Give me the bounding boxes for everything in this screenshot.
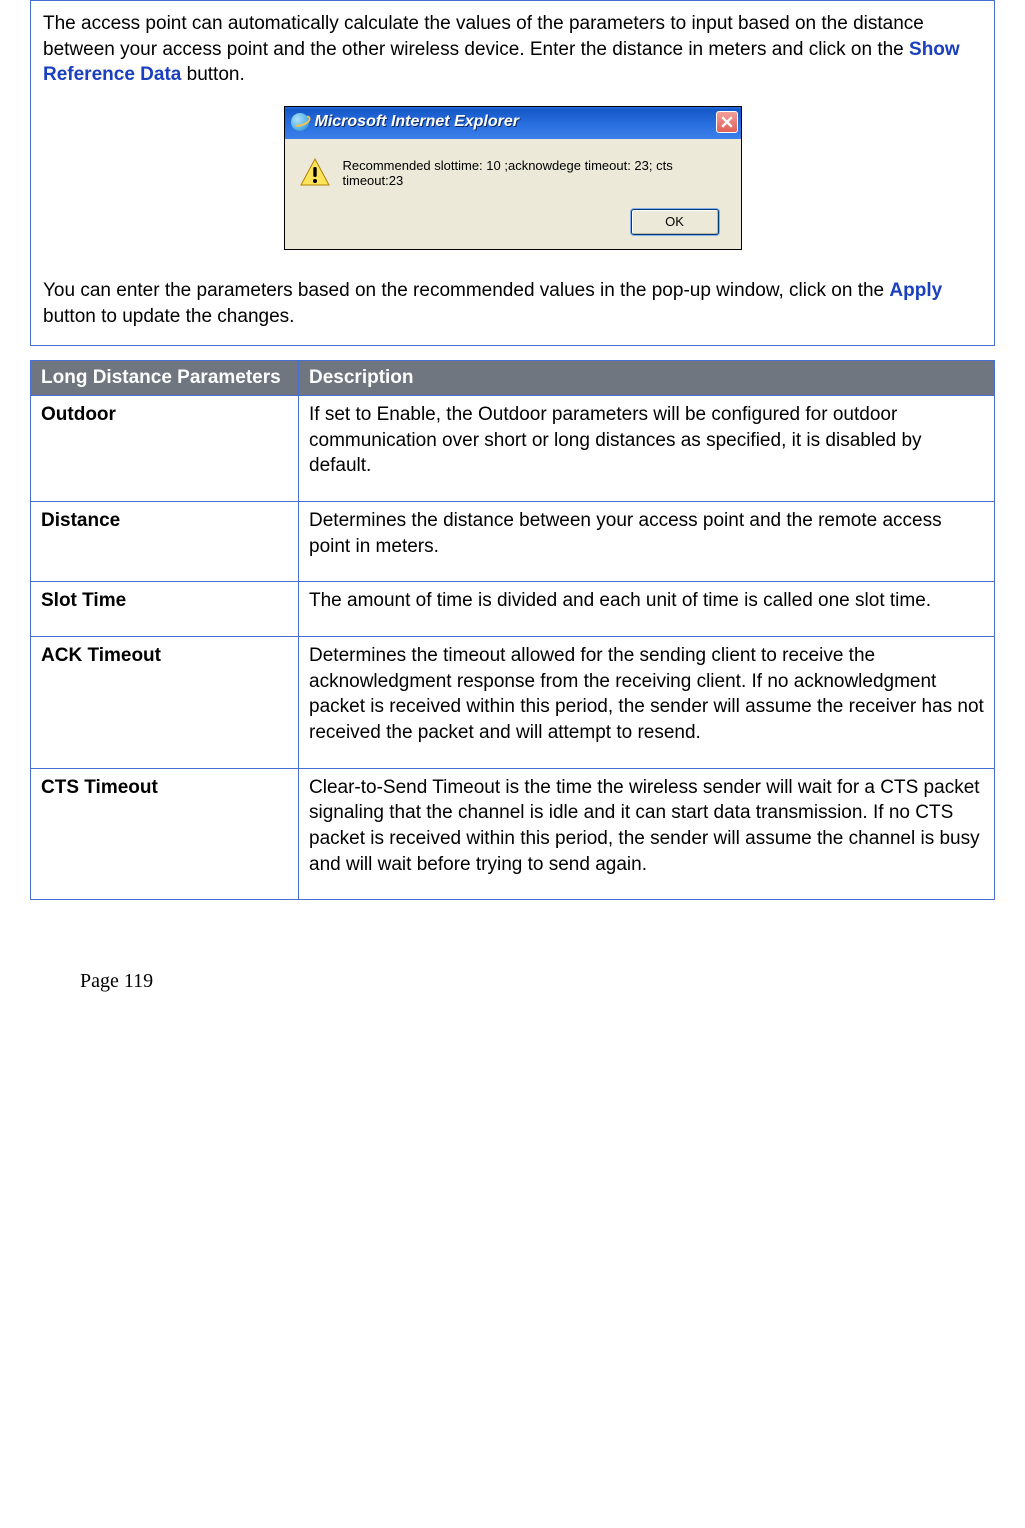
- win-ok-row: OK: [299, 209, 727, 235]
- table-row: ACK Timeout Determines the timeout allow…: [31, 637, 995, 769]
- win-message-row: Recommended slottime: 10 ;acknowdege tim…: [299, 157, 727, 189]
- header-description: Description: [299, 361, 995, 396]
- intro-text-2a: You can enter the parameters based on th…: [43, 280, 889, 301]
- param-name: Outdoor: [31, 396, 299, 502]
- param-desc: Determines the timeout allowed for the s…: [299, 637, 995, 769]
- param-name: Slot Time: [31, 582, 299, 637]
- win-message: Recommended slottime: 10 ;acknowdege tim…: [343, 158, 727, 188]
- intro-text-1a: The access point can automatically calcu…: [43, 13, 924, 60]
- win-body: Recommended slottime: 10 ;acknowdege tim…: [285, 139, 741, 249]
- param-desc: The amount of time is divided and each u…: [299, 582, 995, 637]
- page-number: Page 119: [80, 970, 995, 993]
- close-button[interactable]: [716, 111, 738, 133]
- ok-button[interactable]: OK: [631, 209, 719, 235]
- param-desc: If set to Enable, the Outdoor parameters…: [299, 396, 995, 502]
- page: The access point can automatically calcu…: [0, 0, 1025, 1033]
- ie-icon: [291, 113, 309, 131]
- table-row: Slot Time The amount of time is divided …: [31, 582, 995, 637]
- win-title: Microsoft Internet Explorer: [315, 113, 519, 131]
- param-name: ACK Timeout: [31, 637, 299, 769]
- close-icon: [721, 116, 733, 128]
- win-titlebar-left: Microsoft Internet Explorer: [291, 113, 519, 131]
- table-row: Distance Determines the distance between…: [31, 502, 995, 582]
- param-desc: Determines the distance between your acc…: [299, 502, 995, 582]
- win-titlebar: Microsoft Internet Explorer: [285, 107, 741, 139]
- intro-text-1b: button.: [181, 64, 244, 85]
- param-name: Distance: [31, 502, 299, 582]
- intro-paragraph-1: The access point can automatically calcu…: [43, 11, 982, 88]
- parameters-table: Long Distance Parameters Description Out…: [30, 360, 995, 900]
- param-name: CTS Timeout: [31, 768, 299, 900]
- header-parameter: Long Distance Parameters: [31, 361, 299, 396]
- table-row: Outdoor If set to Enable, the Outdoor pa…: [31, 396, 995, 502]
- warning-icon: [299, 157, 331, 189]
- win-dialog: Microsoft Internet Explorer Recommended …: [284, 106, 742, 250]
- intro-paragraph-2: You can enter the parameters based on th…: [43, 278, 982, 329]
- intro-text-2b: button to update the changes.: [43, 306, 294, 327]
- table-header-row: Long Distance Parameters Description: [31, 361, 995, 396]
- intro-box: The access point can automatically calcu…: [30, 0, 995, 346]
- table-row: CTS Timeout Clear-to-Send Timeout is the…: [31, 768, 995, 900]
- apply-label: Apply: [889, 280, 942, 301]
- param-desc: Clear-to-Send Timeout is the time the wi…: [299, 768, 995, 900]
- dialog-screenshot: Microsoft Internet Explorer Recommended …: [43, 106, 982, 250]
